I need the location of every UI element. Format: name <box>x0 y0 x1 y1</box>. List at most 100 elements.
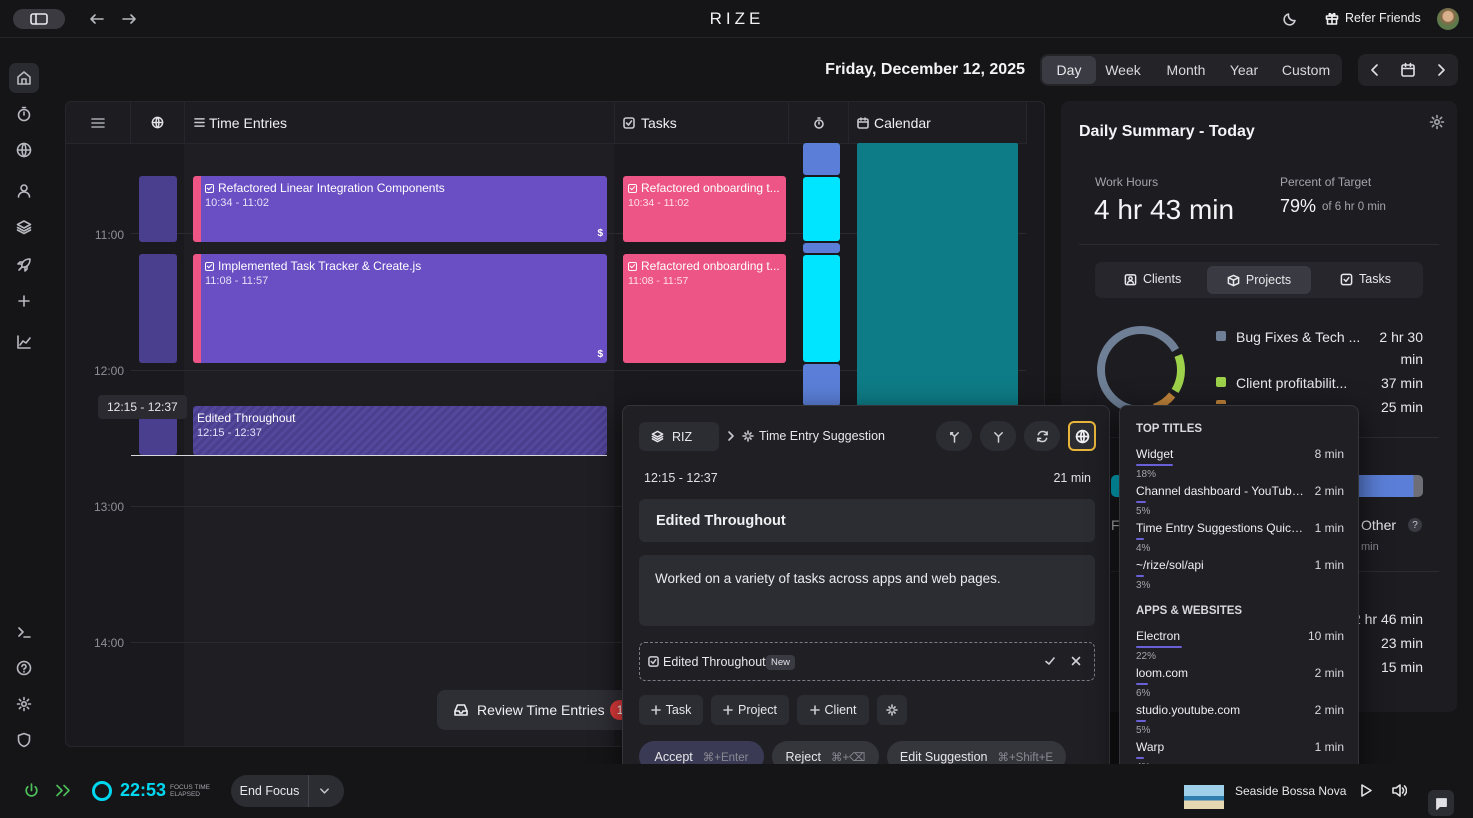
plus-icon <box>809 705 820 715</box>
tab-tasks[interactable]: Tasks <box>1340 272 1391 286</box>
summary-tabs: Clients Projects Tasks <box>1095 262 1423 298</box>
hour-label: 11:00 <box>94 228 124 242</box>
title-row[interactable]: studio.youtube.com 2 min 5% <box>1136 703 1344 739</box>
calendar-icon[interactable] <box>1400 62 1416 78</box>
review-time-entries-button[interactable]: Review Time Entries <box>437 690 632 730</box>
chevron-down-icon[interactable] <box>319 786 330 796</box>
time-entry[interactable]: Implemented Task Tracker & Create.js 11:… <box>193 254 607 363</box>
globe-button[interactable] <box>1068 421 1096 451</box>
chevron-left-icon[interactable] <box>1367 62 1383 78</box>
person-icon[interactable] <box>12 179 36 203</box>
hour-label: 14:00 <box>93 636 124 650</box>
forward-arrow-icon[interactable] <box>121 11 137 27</box>
activity-block[interactable] <box>139 176 177 242</box>
checkbox-icon <box>205 261 214 271</box>
sidebar-toggle-button[interactable] <box>13 9 65 29</box>
layers-icon[interactable] <box>12 215 36 239</box>
timer-icon[interactable] <box>12 102 36 126</box>
menu-header <box>66 102 131 144</box>
timer-block[interactable] <box>803 177 840 241</box>
time-entry-suggestion[interactable]: Edited Throughout 12:15 - 12:37 <box>193 406 607 455</box>
power-icon[interactable] <box>23 782 40 799</box>
task-block[interactable]: Refactored onboarding t... 11:08 - 11:57 <box>623 254 786 363</box>
title-row[interactable]: Electron 10 min 22% <box>1136 629 1344 665</box>
title-row[interactable]: Channel dashboard - YouTube ... 2 min 5% <box>1136 484 1344 520</box>
play-icon[interactable] <box>1359 783 1373 798</box>
shield-icon[interactable] <box>12 728 36 752</box>
entry-time: 11:08 - 11:57 <box>205 275 269 287</box>
settings-icon[interactable] <box>12 692 36 716</box>
timer-block[interactable] <box>803 364 840 406</box>
refresh-button[interactable] <box>1024 421 1060 451</box>
project-value-unit: min <box>1400 351 1423 367</box>
back-arrow-icon[interactable] <box>89 11 105 27</box>
suggestion-title-input[interactable]: Edited Throughout <box>639 499 1095 542</box>
row-share-bar <box>1136 683 1149 685</box>
timer-block[interactable] <box>803 143 840 175</box>
plus-icon[interactable] <box>12 289 36 313</box>
globe-icon[interactable] <box>12 138 36 162</box>
other-label: Other <box>1361 517 1397 533</box>
partial-value: 23 min <box>1380 635 1423 651</box>
tab-projects[interactable]: Projects <box>1207 266 1311 294</box>
row-time: 2 min <box>1314 703 1344 717</box>
task-block[interactable]: Refactored onboarding t... 10:34 - 11:02 <box>623 176 786 242</box>
project-selector[interactable]: RIZ <box>639 422 719 451</box>
suggestion-description-input[interactable]: Worked on a variety of tasks across apps… <box>639 555 1095 626</box>
time-entry[interactable]: Refactored Linear Integration Components… <box>193 176 607 242</box>
close-icon[interactable] <box>1070 655 1082 667</box>
split-button[interactable] <box>980 421 1016 451</box>
title-row[interactable]: loom.com 2 min 6% <box>1136 666 1344 702</box>
title-row[interactable]: Time Entry Suggestions Quick ... 1 min 4% <box>1136 521 1344 557</box>
refer-friends-label: Refer Friends <box>1345 11 1421 25</box>
checkbox-icon <box>628 183 637 193</box>
timer-block[interactable] <box>803 243 840 253</box>
help-icon[interactable] <box>12 656 36 680</box>
timer-icon[interactable] <box>813 116 825 129</box>
tab-day[interactable]: Day <box>1042 56 1096 84</box>
hour-label: 12:00 <box>93 364 124 378</box>
terminal-icon[interactable] <box>12 620 36 644</box>
row-percent: 5% <box>1136 506 1151 517</box>
refer-friends-button[interactable]: Refer Friends <box>1325 11 1421 25</box>
home-icon[interactable] <box>9 63 39 93</box>
dark-mode-icon[interactable] <box>1282 11 1298 27</box>
volume-icon[interactable] <box>1391 783 1407 798</box>
fast-forward-icon[interactable] <box>55 782 73 799</box>
add-project-button[interactable]: Project <box>711 695 789 725</box>
end-focus-button[interactable]: End Focus <box>231 775 309 807</box>
row-share-bar <box>1136 757 1145 759</box>
time-entry-suggestion-popup: RIZ Time Entry Suggestion 12:15 - 12:37 … <box>622 405 1110 788</box>
reject-label: Reject <box>785 749 821 764</box>
add-task-button[interactable]: Task <box>639 695 703 725</box>
title-row[interactable]: ~/rize/sol/api 1 min 3% <box>1136 558 1344 594</box>
row-time: 8 min <box>1314 447 1344 461</box>
avatar[interactable] <box>1437 8 1459 30</box>
title-row[interactable]: Widget 8 min 18% <box>1136 447 1344 483</box>
settings-icon[interactable] <box>1429 114 1445 130</box>
add-client-button[interactable]: Client <box>797 695 869 725</box>
rocket-icon[interactable] <box>12 253 36 277</box>
summary-title: Daily Summary - Today <box>1079 123 1255 140</box>
tab-year[interactable]: Year <box>1222 62 1266 78</box>
hamburger-icon[interactable] <box>91 116 105 130</box>
tab-week[interactable]: Week <box>1100 62 1146 78</box>
calendar-event[interactable] <box>857 143 1018 406</box>
row-share-bar <box>1136 575 1144 577</box>
globe-icon[interactable] <box>151 116 164 129</box>
timer-block[interactable] <box>803 255 840 362</box>
help-icon[interactable]: ? <box>1408 518 1422 532</box>
chat-button[interactable] <box>1428 790 1454 816</box>
magic-button[interactable] <box>877 695 907 725</box>
checkbox-icon <box>205 183 214 193</box>
tab-month[interactable]: Month <box>1160 62 1212 78</box>
activity-block[interactable] <box>139 254 177 363</box>
merge-button[interactable] <box>936 421 972 451</box>
chart-icon[interactable] <box>12 330 36 354</box>
check-icon[interactable] <box>1044 655 1056 667</box>
client-icon <box>1124 273 1137 286</box>
tab-custom[interactable]: Custom <box>1276 62 1336 78</box>
tab-clients[interactable]: Clients <box>1124 272 1181 286</box>
suggested-task[interactable]: Edited Throughout New <box>639 642 1095 681</box>
chevron-right-icon[interactable] <box>1433 62 1449 78</box>
